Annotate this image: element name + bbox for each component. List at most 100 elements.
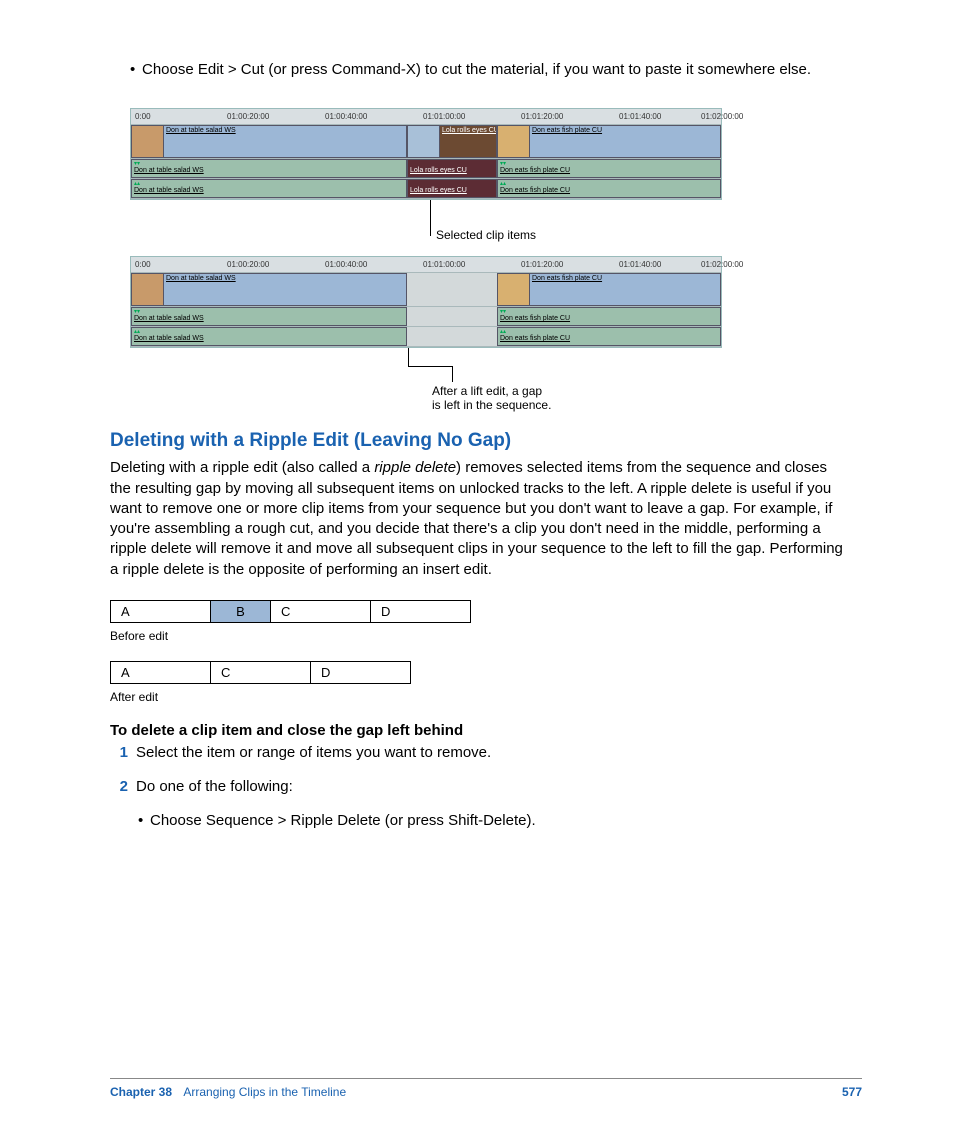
ruler-tick: 01:00:20:00 (227, 112, 269, 121)
step-text: Do one of the following: (136, 777, 293, 797)
stereo-mark-icon: ▾▾ (500, 160, 506, 167)
callout-2: After a lift edit, a gap is left in the … (130, 360, 844, 420)
bullet-text: Choose Edit > Cut (or press Command-X) t… (142, 60, 844, 80)
footer-chapter: Chapter 38 (110, 1085, 172, 1099)
diagram-caption: Before edit (110, 629, 844, 643)
clip-thumb (132, 126, 164, 157)
ruler-tick: 01:02:00:00 (701, 260, 743, 269)
clip-thumb (498, 274, 530, 305)
audio-clip: ▴▴ Don at table salad WS (131, 179, 407, 198)
clip-label: Don eats fish plate CU (498, 334, 572, 343)
diagram-cell: A (111, 600, 211, 622)
clip-label: Don eats fish plate CU (498, 314, 572, 323)
stereo-mark-icon: ▴▴ (500, 180, 506, 187)
ruler-tick: 0:00 (135, 260, 151, 269)
diagram-cell: D (371, 600, 471, 622)
ruler-tick: 01:00:40:00 (325, 112, 367, 121)
diagram-cell: A (111, 661, 211, 683)
video-track: Don at table salad WS Don eats fish plat… (131, 273, 721, 307)
stereo-mark-icon: ▴▴ (134, 180, 140, 187)
callout-text: Selected clip items (436, 228, 536, 242)
callout-text-line: After a lift edit, a gap (432, 384, 551, 398)
video-clip: Don at table salad WS (131, 125, 407, 158)
callout-line (430, 200, 431, 236)
bullet-item: • Choose Sequence > Ripple Delete (or pr… (138, 811, 844, 831)
step-number: 2 (110, 777, 128, 797)
clip-label: Don eats fish plate CU (530, 126, 604, 135)
callout-line (452, 366, 453, 382)
clip-label: Don at table salad WS (132, 334, 206, 343)
audio-track-2: ▴▴ Don at table salad WS ▴▴ Don eats fis… (131, 327, 721, 347)
audio-track-2: ▴▴ Don at table salad WS Lola rolls eyes… (131, 179, 721, 199)
clip-label: Don at table salad WS (164, 126, 238, 135)
ruler-tick: 01:02:00:00 (701, 112, 743, 121)
callout-text-group: After a lift edit, a gap is left in the … (432, 384, 551, 412)
ruler-tick: 01:01:00:00 (423, 260, 465, 269)
footer-title: Arranging Clips in the Timeline (183, 1085, 346, 1099)
clip-label: Lola rolls eyes CU (440, 126, 497, 135)
clip-label: Don eats fish plate CU (498, 186, 572, 195)
audio-clip-selected: Lola rolls eyes CU (407, 179, 497, 198)
video-clip: Don at table salad WS (131, 273, 407, 306)
ruler-tick: 01:01:20:00 (521, 112, 563, 121)
stereo-mark-icon: ▾▾ (134, 308, 140, 315)
step-number: 1 (110, 743, 128, 763)
ruler-tick: 0:00 (135, 112, 151, 121)
audio-track-1: ▾▾ Don at table salad WS ▾▾ Don eats fis… (131, 307, 721, 327)
diagram-cell: C (211, 661, 311, 683)
callout-line (408, 348, 409, 366)
diagram-cell: C (271, 600, 371, 622)
section-heading: Deleting with a Ripple Edit (Leaving No … (110, 430, 844, 452)
diagram-cell-selected: B (211, 600, 271, 622)
timeline-gap (407, 327, 497, 346)
callout-1: Selected clip items (130, 212, 844, 256)
step-item: 1 Select the item or range of items you … (110, 743, 844, 763)
callout-text-line: is left in the sequence. (432, 398, 551, 412)
body-paragraph: Deleting with a ripple edit (also called… (110, 458, 844, 580)
video-track: Don at table salad WS Lola rolls eyes CU… (131, 125, 721, 159)
para-italic: ripple delete (374, 459, 456, 476)
footer-page-number: 577 (842, 1085, 862, 1099)
audio-clip-selected: Lola rolls eyes CU (407, 159, 497, 178)
timeline-gap (407, 307, 497, 326)
audio-clip: ▾▾ Don at table salad WS (131, 159, 407, 178)
diagram-after: A C D (110, 661, 411, 684)
ruler-tick: 01:00:20:00 (227, 260, 269, 269)
audio-track-1: ▾▾ Don at table salad WS Lola rolls eyes… (131, 159, 721, 179)
video-clip: Don eats fish plate CU (497, 125, 721, 158)
audio-clip: ▾▾ Don eats fish plate CU (497, 307, 721, 326)
clip-thumb (132, 274, 164, 305)
diagram-cell: D (311, 661, 411, 683)
ruler-tick: 01:01:00:00 (423, 112, 465, 121)
stereo-mark-icon: ▴▴ (134, 328, 140, 335)
stereo-mark-icon: ▾▾ (134, 160, 140, 167)
audio-clip: ▾▾ Don eats fish plate CU (497, 159, 721, 178)
clip-thumb (498, 126, 530, 157)
bullet-item: • Choose Edit > Cut (or press Command-X)… (130, 60, 844, 80)
clip-label: Don eats fish plate CU (498, 166, 572, 175)
video-clip: Don eats fish plate CU (497, 273, 721, 306)
video-clip-selected: Lola rolls eyes CU (407, 125, 497, 158)
bullet-icon: • (138, 811, 150, 831)
stereo-mark-icon: ▴▴ (500, 328, 506, 335)
bullet-icon: • (130, 60, 142, 80)
step-text: Select the item or range of items you wa… (136, 743, 491, 763)
clip-label: Lola rolls eyes CU (408, 166, 469, 175)
para-text: Deleting with a ripple edit (also called… (110, 459, 374, 476)
page-footer: Chapter 38 Arranging Clips in the Timeli… (110, 1078, 862, 1099)
bullet-text: Choose Sequence > Ripple Delete (or pres… (150, 811, 844, 831)
clip-label: Don at table salad WS (164, 274, 238, 283)
stereo-mark-icon: ▾▾ (500, 308, 506, 315)
timeline-ruler: 0:00 01:00:20:00 01:00:40:00 01:01:00:00… (131, 257, 721, 273)
step-item: 2 Do one of the following: (110, 777, 844, 797)
timeline-ruler: 0:00 01:00:20:00 01:00:40:00 01:01:00:00… (131, 109, 721, 125)
diagram-before: A B C D (110, 600, 471, 623)
clip-label: Don at table salad WS (132, 186, 206, 195)
audio-clip: ▴▴ Don eats fish plate CU (497, 179, 721, 198)
clip-label: Don at table salad WS (132, 314, 206, 323)
clip-label: Don eats fish plate CU (530, 274, 604, 283)
ruler-tick: 01:01:40:00 (619, 112, 661, 121)
footer-left: Chapter 38 Arranging Clips in the Timeli… (110, 1085, 346, 1099)
clip-label: Don at table salad WS (132, 166, 206, 175)
audio-clip: ▴▴ Don at table salad WS (131, 327, 407, 346)
